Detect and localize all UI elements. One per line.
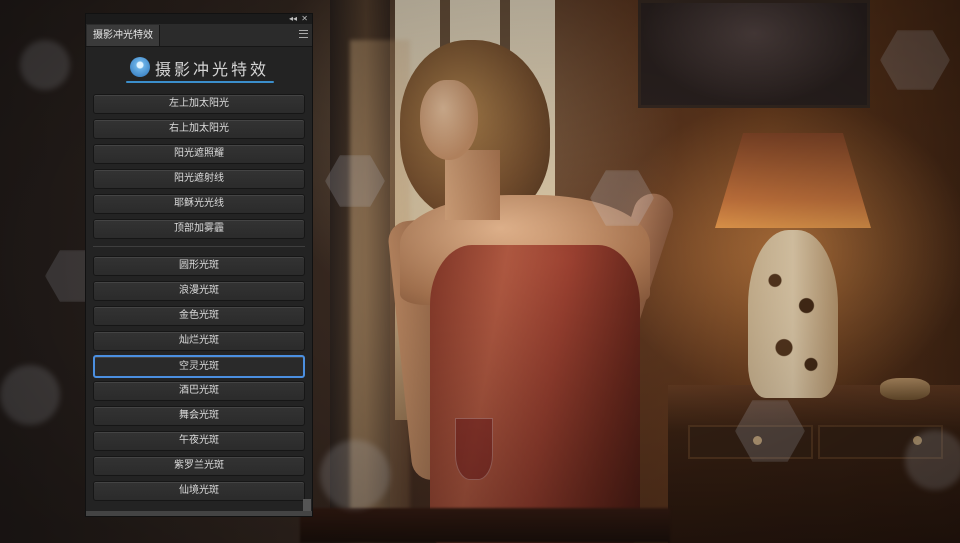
effect-button[interactable]: 浪漫光斑 xyxy=(93,281,305,301)
panel-header: 摄影冲光特效 xyxy=(86,47,312,85)
effect-button[interactable]: 左上加太阳光 xyxy=(93,94,305,114)
effect-button[interactable]: 酒巴光斑 xyxy=(93,381,305,401)
close-icon[interactable]: ✕ xyxy=(301,14,308,24)
panel-tab-bar: 摄影冲光特效 xyxy=(86,24,312,47)
collapse-icon[interactable]: ◂◂ xyxy=(289,14,297,24)
panel-bottom-bar xyxy=(86,511,312,516)
effect-button[interactable]: 阳光遮照耀 xyxy=(93,144,305,164)
panel-title: 摄影冲光特效 xyxy=(155,60,270,79)
effect-button[interactable]: 右上加太阳光 xyxy=(93,119,305,139)
effect-button[interactable]: 灿烂光斑 xyxy=(93,331,305,351)
effect-button[interactable]: 金色光斑 xyxy=(93,306,305,326)
effect-button[interactable]: 顶部加雾霾 xyxy=(93,219,305,239)
logo-icon xyxy=(130,57,150,77)
effect-button[interactable]: 午夜光斑 xyxy=(93,431,305,451)
effect-button[interactable]: 耶稣光光线 xyxy=(93,194,305,214)
effects-panel: ◂◂ ✕ 摄影冲光特效 摄影冲光特效 左上加太阳光 右上加太阳光 阳光遮照耀 阳… xyxy=(85,13,313,517)
scrollbar[interactable] xyxy=(303,499,311,511)
group-separator xyxy=(93,246,305,247)
effect-button[interactable]: 仙境光斑 xyxy=(93,481,305,501)
menu-icon[interactable] xyxy=(299,30,308,38)
effect-button[interactable]: 圆形光斑 xyxy=(93,256,305,276)
effect-button[interactable]: 阳光遮射线 xyxy=(93,169,305,189)
panel-title-bar[interactable]: ◂◂ ✕ xyxy=(86,14,312,24)
effect-button-selected[interactable]: 空灵光斑 xyxy=(93,355,305,378)
effect-button[interactable]: 舞会光斑 xyxy=(93,406,305,426)
panel-tab[interactable]: 摄影冲光特效 xyxy=(87,25,160,46)
effect-button[interactable]: 紫罗兰光斑 xyxy=(93,456,305,476)
title-underline xyxy=(126,81,274,83)
